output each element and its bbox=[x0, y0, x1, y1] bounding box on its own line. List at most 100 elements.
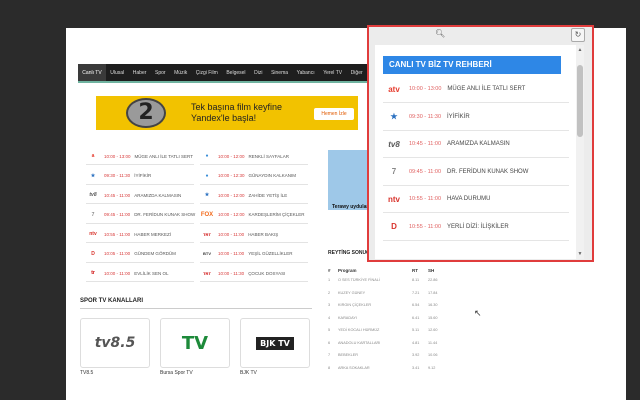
schedule-row[interactable]: TRT 10:00 - 11:00 HABER BAKIŞ bbox=[200, 228, 278, 240]
program-title: YEŞİL GÜZELLİKLER bbox=[248, 251, 293, 256]
divider bbox=[200, 222, 308, 224]
scroll-up-icon[interactable]: ▲ bbox=[576, 47, 584, 53]
rating-rank: 7 bbox=[328, 353, 331, 357]
rating-sh: 10.06 bbox=[428, 353, 438, 357]
rating-rt: 3.41 bbox=[412, 365, 420, 370]
nav-item[interactable]: Sinema bbox=[267, 64, 293, 82]
popup-program-row[interactable]: D 10:55 - 11:00 YERLİ DİZİ: İLİŞKİLER bbox=[383, 214, 569, 241]
program-title: HAVA DURUMU bbox=[447, 196, 491, 202]
rating-rt: 4.81 bbox=[412, 340, 420, 345]
rating-sh: 11.44 bbox=[428, 340, 438, 345]
rating-program: KUZEY GÜNEY bbox=[338, 290, 366, 295]
schedule-row[interactable]: D 10:05 - 11:00 GÜNDEM GÖRDÜM bbox=[86, 248, 176, 260]
program-time: 09:30 - 11:30 bbox=[104, 173, 131, 178]
nav-item[interactable]: Belgesel bbox=[222, 64, 250, 82]
rating-sh: 15.60 bbox=[428, 315, 438, 320]
program-title: YERLİ DİZİ: İLİŞKİLER bbox=[447, 223, 509, 230]
schedule-row[interactable]: tv8 10:45 - 11:00 ARAMIZDA KALMASIN bbox=[86, 189, 181, 201]
nav-item[interactable]: Müzik bbox=[170, 64, 192, 82]
program-time: 10:00 - 13:00 bbox=[409, 86, 442, 92]
program-title: ARAMIZDA KALMASIN bbox=[447, 141, 510, 147]
rating-sh: 12.60 bbox=[428, 328, 438, 332]
channel-logo-icon: a bbox=[91, 153, 95, 159]
nav-item[interactable]: Haber bbox=[128, 64, 150, 82]
program-title: HABER BAKIŞ bbox=[248, 231, 279, 237]
channel-logo-icon: ★ bbox=[204, 192, 210, 198]
program-title: DR. FERİDUN KUNAK SHOW bbox=[447, 168, 529, 175]
divider bbox=[200, 261, 308, 263]
nav-item[interactable]: Çizgi Film bbox=[192, 64, 223, 82]
banner-line2: Yandex'le başla! bbox=[191, 113, 257, 123]
extension-icon[interactable]: ↻ bbox=[571, 28, 585, 42]
popup-scrollbar[interactable]: ▲ ▼ bbox=[576, 45, 584, 259]
nav-item[interactable]: Dizi bbox=[250, 64, 267, 82]
rating-program: ANADOLU KARTALLARI bbox=[338, 340, 381, 345]
channel-logo-icon: D bbox=[391, 222, 397, 231]
program-title: KARDEŞLERİM ÇİÇEKLER bbox=[248, 212, 305, 217]
schedule-row[interactable]: ★ 09:30 - 11:30 İYİFİKİR bbox=[86, 170, 151, 182]
channel-logo-icon: FOX bbox=[200, 211, 214, 218]
sports-card-label[interactable]: BJK TV bbox=[240, 370, 257, 376]
popup-program-row[interactable]: 7 09:45 - 11:00 DR. FERİDUN KUNAK SHOW bbox=[383, 159, 569, 186]
banner-line1: Tek başına film keyfine bbox=[191, 102, 283, 112]
channel-logo-icon: tv8 bbox=[388, 139, 400, 149]
channel-logo-icon: ntv bbox=[89, 231, 97, 237]
program-title: ÇOCUK DOSYASI bbox=[248, 270, 286, 276]
popup-program-row[interactable]: ntv 10:55 - 11:00 HAVA DURUMU bbox=[383, 186, 569, 213]
program-time: 10:00 - 12:00 bbox=[218, 153, 245, 159]
banner-cta-button[interactable]: Hemen İzle bbox=[314, 108, 354, 120]
program-title: İYİFİKİR bbox=[134, 173, 152, 178]
sports-card-bjktv[interactable]: BJK TV bbox=[240, 318, 310, 368]
bursaspor-tv-logo: TV bbox=[181, 332, 209, 354]
rating-col-rank: # bbox=[328, 268, 331, 273]
rating-rt: 3.92 bbox=[412, 353, 420, 357]
channel-logo-icon: ★ bbox=[90, 172, 96, 179]
nav-item[interactable]: Yabancı bbox=[292, 64, 319, 82]
sports-card-label[interactable]: Bursa Spor TV bbox=[160, 370, 193, 376]
popup-program-row[interactable]: atv 10:00 - 13:00 MÜGE ANLI İLE TATLI SERT bbox=[383, 76, 569, 103]
nav-item[interactable]: Ulusal bbox=[106, 64, 129, 82]
nav-item[interactable]: Canlı TV bbox=[78, 64, 106, 82]
divider bbox=[200, 164, 308, 165]
schedule-row[interactable]: ntv 10:55 - 11:00 HABER MERKEZİ bbox=[86, 228, 171, 240]
nav-item[interactable]: Spor bbox=[151, 64, 170, 82]
program-time: 10:05 - 11:00 bbox=[104, 251, 131, 256]
nav-item[interactable]: Diğer bbox=[346, 64, 367, 82]
rating-sh: 22.86 bbox=[428, 278, 438, 282]
popup-program-row[interactable]: tv8 10:45 - 11:00 ARAMIZDA KALMASIN bbox=[383, 131, 569, 158]
channel-logo-icon: ★ bbox=[390, 112, 398, 121]
sports-card-tv85[interactable]: tv8.5 bbox=[80, 318, 150, 368]
channel-logo-icon: 7 bbox=[91, 211, 95, 218]
program-time: 10:00 - 11:30 bbox=[218, 270, 245, 276]
schedule-row[interactable]: 7 09:45 - 11:00 DR. FERİDUN KUNAK SHOW bbox=[86, 209, 196, 221]
scroll-thumb[interactable] bbox=[577, 65, 583, 137]
sports-card-bursaspor[interactable]: TV bbox=[160, 318, 230, 368]
search-icon[interactable]: 🔍︎ bbox=[435, 29, 445, 38]
program-title: ZAHİDE YETİŞ İLE bbox=[248, 192, 288, 198]
schedule-row[interactable]: ★ 10:00 - 12:00 ZAHİDE YETİŞ İLE bbox=[200, 189, 287, 201]
sports-section-title: SPOR TV KANALLARI bbox=[80, 298, 143, 304]
rating-rt: 6.41 bbox=[412, 315, 420, 320]
program-title: DR. FERİDUN KUNAK SHOW bbox=[134, 212, 196, 217]
schedule-row[interactable]: a 10:00 - 13:00 MÜGE ANLI İLE TATLI SERT bbox=[86, 150, 193, 162]
schedule-row[interactable]: ● 10:00 - 12:30 GÜNAYDIN KALKANIM bbox=[200, 170, 295, 182]
rating-col-sh: SH bbox=[428, 268, 435, 273]
channel-logo-icon: ● bbox=[205, 172, 209, 179]
schedule-row[interactable]: BTV 10:00 - 11:00 YEŞİL GÜZELLİKLER bbox=[200, 248, 293, 260]
divider bbox=[86, 242, 194, 243]
rating-rank: 8 bbox=[328, 365, 331, 370]
nav-accent-bar bbox=[78, 81, 382, 83]
scroll-down-icon[interactable]: ▼ bbox=[576, 251, 584, 257]
rating-rank: 5 bbox=[328, 328, 331, 332]
sports-card-label[interactable]: TV8.5 bbox=[80, 370, 93, 376]
schedule-row[interactable]: ● 10:00 - 12:00 RENKLİ SAYFALAR bbox=[200, 150, 288, 162]
program-time: 10:00 - 11:00 bbox=[218, 231, 245, 237]
popup-program-row[interactable]: ★ 09:30 - 11:30 İYİFİKİR bbox=[383, 104, 569, 131]
schedule-row[interactable]: FOX 10:00 - 12:00 KARDEŞLERİM ÇİÇEKLER bbox=[200, 209, 305, 221]
divider bbox=[86, 261, 194, 263]
schedule-row[interactable]: TRT 10:00 - 11:30 ÇOCUK DOSYASI bbox=[200, 267, 285, 279]
yandex-banner[interactable]: 2 Tek başına film keyfine Yandex'le başl… bbox=[96, 96, 358, 130]
nav-item[interactable]: Yerel TV bbox=[319, 64, 347, 82]
schedule-row[interactable]: tr 10:00 - 11:00 EVLİLİK SEN OL bbox=[86, 267, 168, 279]
rating-col-program: Program bbox=[338, 268, 357, 273]
